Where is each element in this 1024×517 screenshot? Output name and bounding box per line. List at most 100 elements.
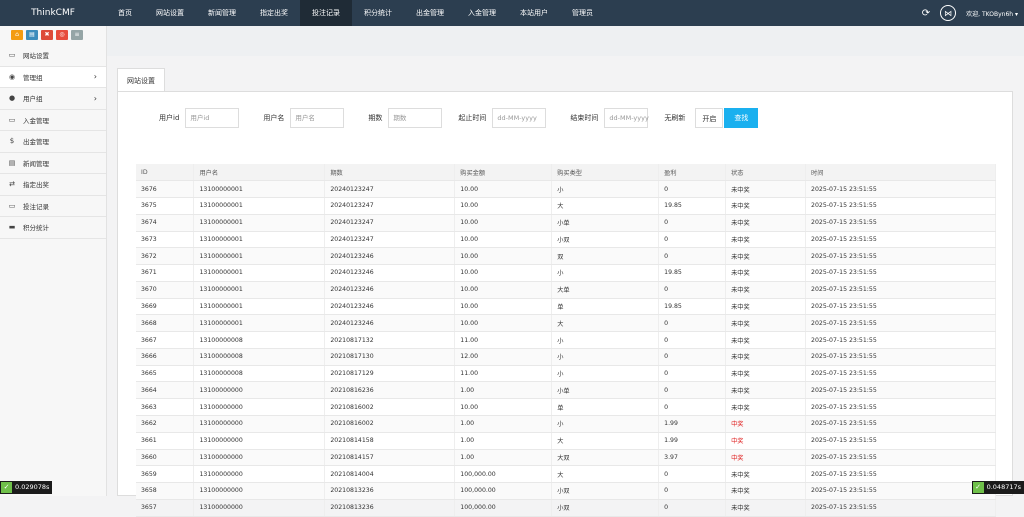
sidebar-item[interactable]: ◉管理组› <box>0 67 106 89</box>
table-row[interactable]: 3665131000000082021081712911.00小0未中奖2025… <box>136 365 996 382</box>
nav-item[interactable]: 积分统计 <box>352 0 404 26</box>
sidebar-item[interactable]: $出金管理 <box>0 131 106 153</box>
end-date-input[interactable]: dd-MM-yyyy <box>604 108 648 128</box>
news-icon: ▤ <box>7 159 17 167</box>
nav-item[interactable]: 本站用户 <box>508 0 560 26</box>
table-cell: 20210816002 <box>325 415 455 432</box>
table-cell: 13100000000 <box>194 483 325 500</box>
table-cell: 3667 <box>136 332 194 349</box>
bet-records-table: ID用户名期数购买金额购买类型盈利状态时间 367613100000001202… <box>136 164 996 517</box>
table-cell: 3674 <box>136 214 194 231</box>
table-cell: 大双 <box>552 449 659 466</box>
sidebar-item[interactable]: ▭入金管理 <box>0 110 106 132</box>
column-header[interactable]: 状态 <box>726 164 806 181</box>
table-row[interactable]: 366013100000000202108141571.00大双3.97中奖20… <box>136 449 996 466</box>
table-body: 3676131000000012024012324710.00小0未中奖2025… <box>136 181 996 516</box>
sidebar-item[interactable]: ▤新闻管理 <box>0 153 106 175</box>
trash-icon[interactable]: ✖ <box>41 30 53 40</box>
no-refresh-toggle[interactable]: 开启 <box>695 108 723 128</box>
table-row[interactable]: 3666131000000082021081713012.00小0未中奖2025… <box>136 348 996 365</box>
table-row[interactable]: 3667131000000082021081713211.00小0未中奖2025… <box>136 332 996 349</box>
table-cell: 2025-07-15 23:51:55 <box>806 365 996 382</box>
table-cell: 100,000.00 <box>455 483 552 500</box>
doc-icon[interactable]: ▤ <box>26 30 38 40</box>
sidebar-item[interactable]: ▭网站设置 <box>0 45 106 67</box>
table-row[interactable]: 3669131000000012024012324610.00单19.85未中奖… <box>136 298 996 315</box>
table-cell: 0 <box>659 315 726 332</box>
table-cell: 20210816236 <box>325 382 455 399</box>
table-cell: 19.85 <box>659 265 726 282</box>
sidebar-item[interactable]: ▭投注记录 <box>0 196 106 218</box>
nav-item[interactable]: 投注记录 <box>300 0 352 26</box>
table-cell: 2025-07-15 23:51:55 <box>806 415 996 432</box>
table-row[interactable]: 3670131000000012024012324610.00大单0未中奖202… <box>136 281 996 298</box>
sidebar-item[interactable]: ⇄指定出奖 <box>0 174 106 196</box>
sidebar-item-label: 投注记录 <box>23 201 49 211</box>
table-cell: 10.00 <box>455 181 552 198</box>
search-button[interactable]: 查找 <box>724 108 758 128</box>
column-header[interactable]: 购买类型 <box>552 164 659 181</box>
monitor-icon: ▭ <box>7 51 17 59</box>
table-row[interactable]: 3675131000000012024012324710.00大19.85未中奖… <box>136 198 996 215</box>
table-cell: 13100000000 <box>194 399 325 416</box>
nav-item[interactable]: 指定出奖 <box>248 0 300 26</box>
table-row[interactable]: 3676131000000012024012324710.00小0未中奖2025… <box>136 181 996 198</box>
column-header[interactable]: 期数 <box>325 164 455 181</box>
table-row[interactable]: 3672131000000012024012324610.00双0未中奖2025… <box>136 248 996 265</box>
nav-item[interactable]: 网站设置 <box>144 0 196 26</box>
brand-logo[interactable]: ThinkCMF <box>0 0 106 26</box>
table-cell: 3660 <box>136 449 194 466</box>
table-cell: 3670 <box>136 281 194 298</box>
table-cell: 3672 <box>136 248 194 265</box>
nav-item[interactable]: 入金管理 <box>456 0 508 26</box>
table-row[interactable]: 3668131000000012024012324610.00大0未中奖2025… <box>136 315 996 332</box>
column-header[interactable]: 购买金额 <box>455 164 552 181</box>
table-row[interactable]: 366213100000000202108160021.00小1.99中奖202… <box>136 415 996 432</box>
start-date-input[interactable]: dd-MM-yyyy <box>492 108 546 128</box>
table-row[interactable]: 3663131000000002021081600210.00单0未中奖2025… <box>136 399 996 416</box>
table-cell: 19.85 <box>659 198 726 215</box>
table-cell: 20240123246 <box>325 315 455 332</box>
sidebar-item[interactable]: ▬积分统计 <box>0 217 106 239</box>
column-header[interactable]: 时间 <box>806 164 996 181</box>
table-row[interactable]: 3673131000000012024012324710.00小双0未中奖202… <box>136 231 996 248</box>
table-cell: 0 <box>659 365 726 382</box>
table-cell: 20210817130 <box>325 348 455 365</box>
table-cell: 小单 <box>552 382 659 399</box>
username-input[interactable]: 用户名 <box>290 108 344 128</box>
tab-website-settings[interactable]: 网站设置 <box>117 68 165 92</box>
username-label: 用户名 <box>263 113 284 123</box>
nav-item[interactable]: 新闻管理 <box>196 0 248 26</box>
share-icon[interactable]: ⋈ <box>940 5 956 21</box>
nav-item[interactable]: 首页 <box>106 0 144 26</box>
table-row[interactable]: 3674131000000012024012324710.00小单0未中奖202… <box>136 214 996 231</box>
sidebar-item[interactable]: ●用户组› <box>0 88 106 110</box>
table-row[interactable]: 366413100000000202108162361.00小单0未中奖2025… <box>136 382 996 399</box>
welcome-user-menu[interactable]: 欢迎, TKOByn6h ▾ <box>966 9 1018 18</box>
table-cell: 20240123246 <box>325 265 455 282</box>
table-cell: 小单 <box>552 214 659 231</box>
list-icon[interactable]: ≡ <box>71 30 83 40</box>
table-row[interactable]: 3671131000000012024012324610.00小19.85未中奖… <box>136 265 996 282</box>
issue-input[interactable]: 期数 <box>388 108 442 128</box>
nav-item[interactable]: 出金管理 <box>404 0 456 26</box>
home-icon[interactable]: ⌂ <box>11 30 23 40</box>
table-cell: 2025-07-15 23:51:55 <box>806 298 996 315</box>
table-row[interactable]: 36591310000000020210814004100,000.00大0未中… <box>136 466 996 483</box>
column-header[interactable]: ID <box>136 164 194 181</box>
column-header[interactable]: 盈利 <box>659 164 726 181</box>
filter-bar: 用户id 用户id 用户名 用户名 期数 期数 起止时间 dd-MM-yyyy … <box>159 108 758 128</box>
user-id-label: 用户id <box>159 113 179 123</box>
table-row[interactable]: 36571310000000020210813236100,000.00小双0未… <box>136 499 996 516</box>
sidebar-shortcut-buttons: ⌂▤✖◎≡ <box>0 26 106 45</box>
lifesaver-icon[interactable]: ◎ <box>56 30 68 40</box>
table-row[interactable]: 366113100000000202108141581.00大1.99中奖202… <box>136 432 996 449</box>
table-row[interactable]: 36581310000000020210813236100,000.00小双0未… <box>136 483 996 500</box>
table-cell: 大 <box>552 198 659 215</box>
nav-item[interactable]: 管理员 <box>560 0 605 26</box>
column-header[interactable]: 用户名 <box>194 164 325 181</box>
table-cell: 未中奖 <box>726 198 806 215</box>
refresh-icon[interactable]: ⟳ <box>922 8 930 19</box>
user-id-input[interactable]: 用户id <box>185 108 239 128</box>
table-cell: 未中奖 <box>726 483 806 500</box>
